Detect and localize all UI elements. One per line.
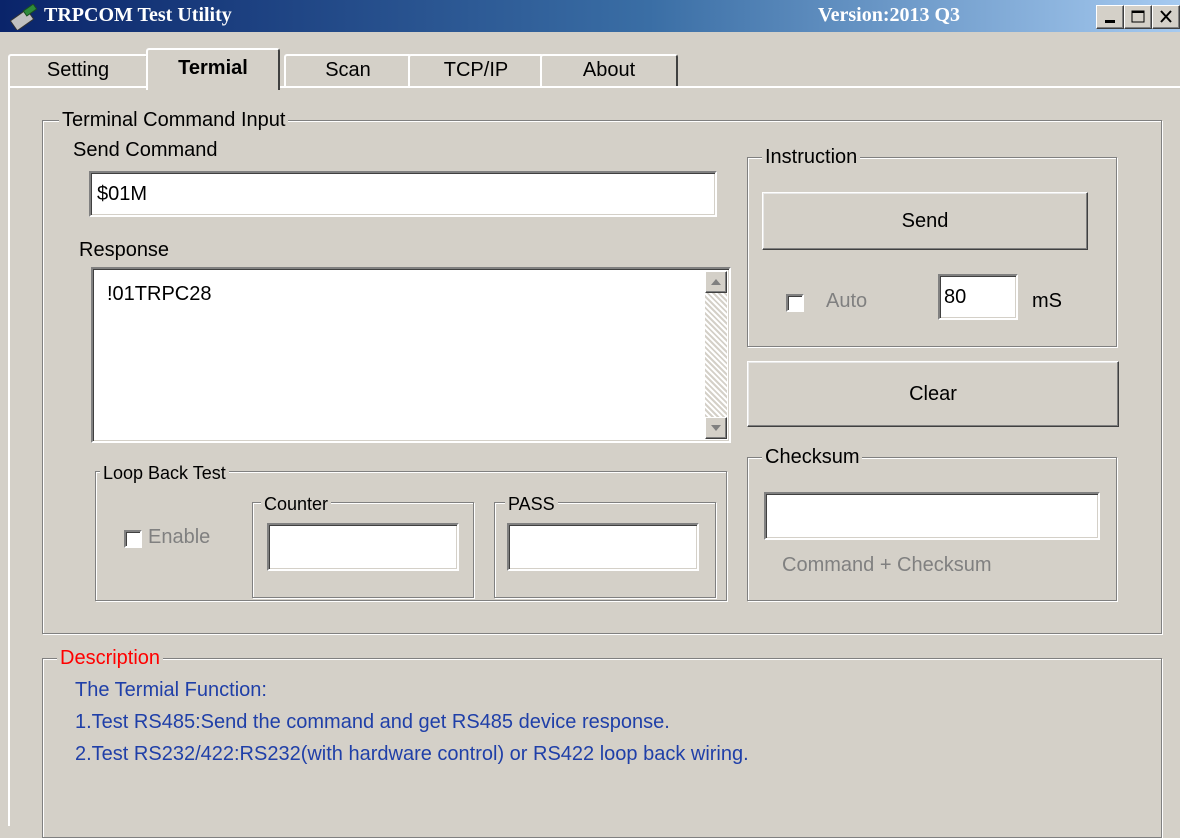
terminal-command-input-group: Terminal Command Input Send Command $01M…: [42, 107, 1162, 634]
clear-button[interactable]: Clear: [747, 361, 1119, 427]
checksum-hint: Command + Checksum: [782, 554, 992, 576]
loop-back-test-group: Loop Back Test Enable Counter PASS: [95, 460, 727, 601]
counter-group: Counter: [252, 491, 474, 598]
pass-field: [507, 523, 699, 571]
description-line: 1.Test RS485:Send the command and get RS…: [75, 711, 670, 733]
response-scrollbar[interactable]: [705, 271, 727, 439]
description-line: 2.Test RS232/422:RS232(with hardware con…: [75, 743, 749, 765]
minimize-button[interactable]: [1096, 5, 1124, 29]
tab-strip: Setting Termial Scan TCP/IP About: [0, 32, 1180, 90]
checksum-group: Checksum Command + Checksum: [747, 444, 1117, 601]
description-group: Description The Termial Function: 1.Test…: [42, 645, 1162, 838]
terminal-command-input-title: Terminal Command Input: [59, 107, 289, 133]
auto-label: Auto: [826, 290, 868, 312]
scroll-up-icon: [711, 279, 721, 285]
scroll-down-icon: [711, 425, 721, 431]
checksum-field[interactable]: [764, 492, 1100, 540]
tab-scan[interactable]: Scan: [284, 54, 412, 86]
auto-checkbox[interactable]: [786, 294, 804, 312]
close-button[interactable]: [1152, 5, 1180, 29]
window-title: TRPCOM Test Utility: [44, 4, 232, 26]
instruction-group: Instruction Send Auto 80 mS: [747, 144, 1117, 347]
response-text: !01TRPC28: [107, 283, 212, 305]
scroll-up-button[interactable]: [705, 271, 727, 293]
interval-input[interactable]: 80: [938, 274, 1018, 320]
minimize-icon: [1105, 20, 1115, 23]
checksum-title: Checksum: [762, 444, 863, 470]
description-title: Description: [57, 645, 164, 671]
app-icon: [10, 4, 38, 30]
interval-unit-label: mS: [1032, 290, 1062, 312]
enable-label: Enable: [148, 526, 211, 548]
counter-title: Counter: [261, 491, 332, 517]
send-button[interactable]: Send: [762, 192, 1088, 250]
response-label: Response: [79, 239, 170, 261]
send-command-label: Send Command: [73, 139, 218, 161]
version-label: Version:2013 Q3: [818, 4, 961, 26]
termial-panel: Terminal Command Input Send Command $01M…: [8, 86, 1180, 838]
pass-title: PASS: [505, 491, 558, 517]
instruction-title: Instruction: [762, 144, 861, 170]
tab-setting[interactable]: Setting: [8, 54, 148, 86]
tab-tcpip[interactable]: TCP/IP: [408, 54, 544, 86]
pass-group: PASS: [494, 491, 716, 598]
close-icon: [1160, 10, 1172, 23]
description-line: The Termial Function:: [75, 679, 267, 701]
maximize-icon: [1131, 10, 1145, 23]
title-bar[interactable]: TRPCOM Test Utility Version:2013 Q3: [0, 0, 1180, 32]
counter-field: [267, 523, 459, 571]
send-command-input[interactable]: $01M: [89, 171, 717, 217]
maximize-button[interactable]: [1124, 5, 1152, 29]
tab-termial[interactable]: Termial: [146, 48, 280, 90]
loop-back-test-title: Loop Back Test: [100, 460, 229, 486]
response-textarea[interactable]: !01TRPC28: [91, 267, 731, 443]
enable-checkbox[interactable]: [124, 530, 142, 548]
scroll-down-button[interactable]: [705, 417, 727, 439]
tab-about[interactable]: About: [540, 54, 678, 86]
